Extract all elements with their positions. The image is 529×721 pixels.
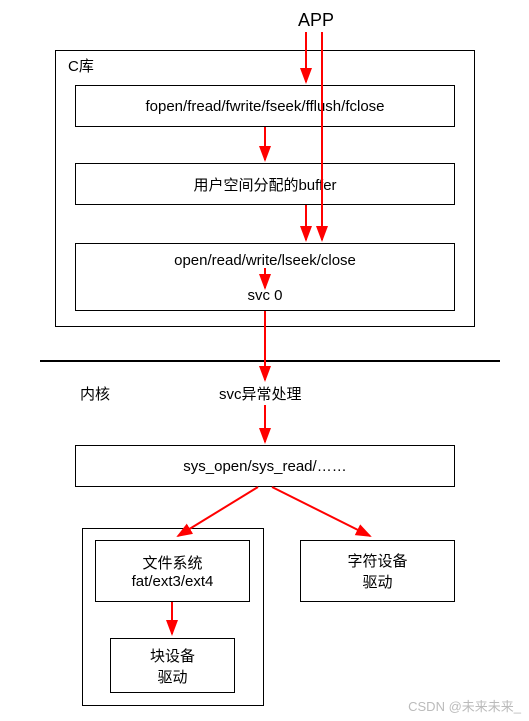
svc-handler-label: svc异常处理 — [219, 383, 302, 404]
kernel-title: 内核 — [80, 383, 110, 404]
clib-box-buffer-text: 用户空间分配的buffer — [193, 174, 336, 195]
clib-box-svc0-text: svc 0 — [247, 287, 282, 304]
chardev-line1: 字符设备 — [347, 550, 407, 571]
syscalls-box: sys_open/sys_read/…… — [75, 445, 455, 487]
arrow-syscalls-to-chardev — [272, 487, 370, 536]
clib-box-stdio-text: fopen/fread/fwrite/fseek/fflush/fclose — [145, 98, 384, 115]
fs-block-container — [82, 528, 264, 706]
chardev-line2: 驱动 — [362, 571, 392, 592]
watermark: CSDN @未来未来_ — [408, 696, 521, 715]
user-kernel-boundary — [40, 360, 500, 362]
clib-box-buffer: 用户空间分配的buffer — [75, 163, 455, 205]
app-label: APP — [298, 10, 334, 31]
clib-box-syscall-text: open/read/write/lseek/close — [174, 252, 356, 269]
chardev-box: 字符设备 驱动 — [300, 540, 455, 602]
clib-box-syscall-wrappers: open/read/write/lseek/close svc 0 — [75, 243, 455, 311]
clib-title: C库 — [68, 55, 94, 76]
clib-box-stdio: fopen/fread/fwrite/fseek/fflush/fclose — [75, 85, 455, 127]
syscalls-text: sys_open/sys_read/…… — [183, 458, 346, 475]
